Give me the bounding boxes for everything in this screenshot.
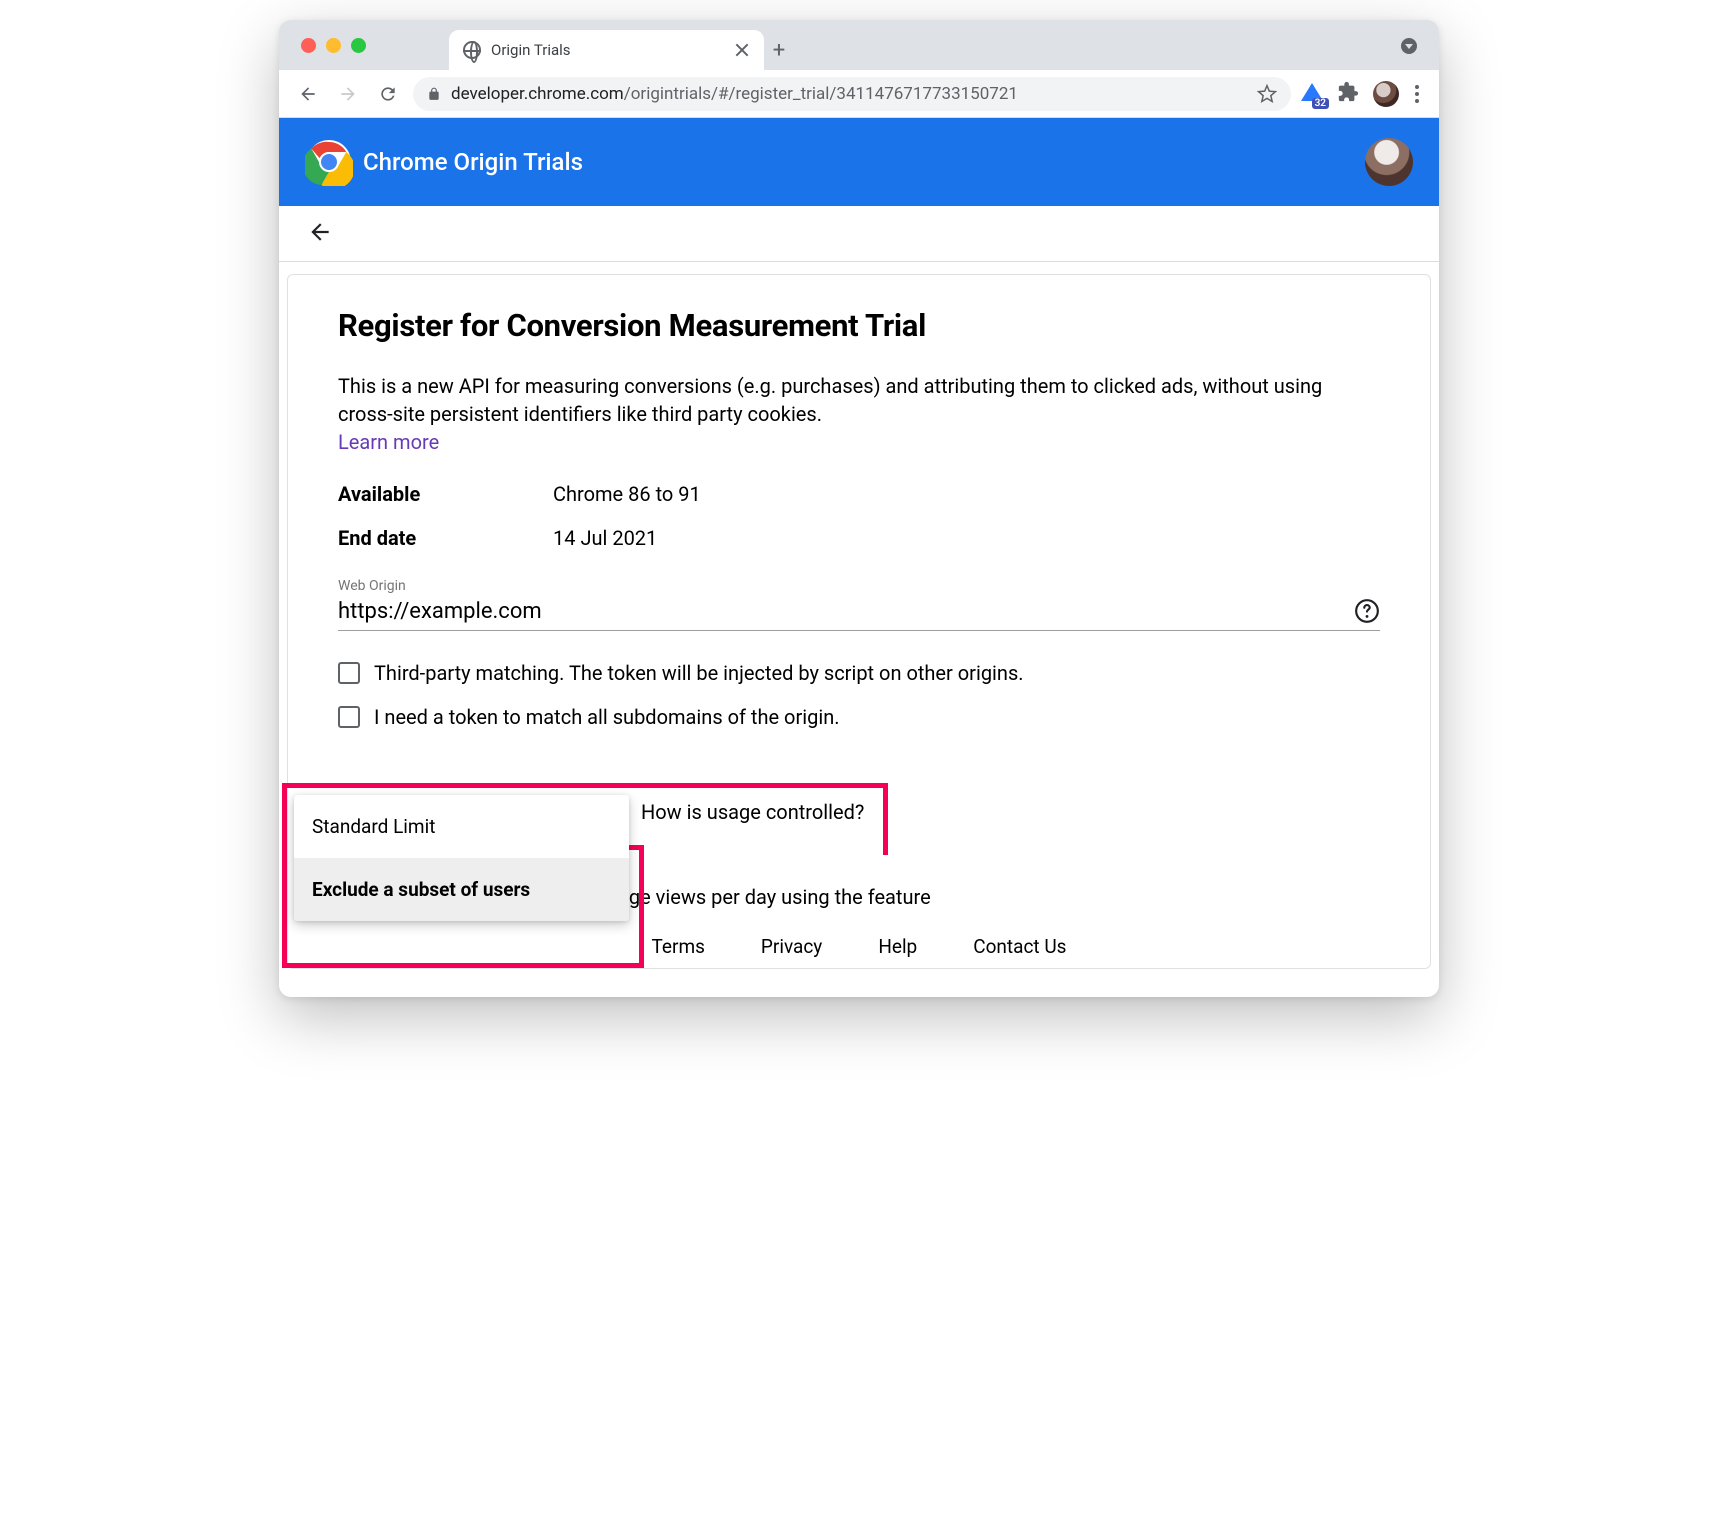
meta-value: 14 Jul 2021 (553, 526, 657, 550)
close-window-button[interactable] (301, 38, 316, 53)
usage-question-link[interactable]: How is usage controlled? (641, 800, 864, 824)
page-header: Chrome Origin Trials (279, 118, 1439, 206)
nav-back-button[interactable] (293, 79, 323, 109)
close-tab-icon[interactable] (734, 42, 750, 58)
globe-icon (463, 41, 481, 59)
browser-toolbar: developer.chrome.com/origintrials/#/regi… (279, 70, 1439, 118)
footer-privacy-link[interactable]: Privacy (761, 935, 822, 958)
window-controls (301, 38, 366, 53)
new-tab-button[interactable]: + (764, 30, 794, 70)
minimize-window-button[interactable] (326, 38, 341, 53)
address-bar[interactable]: developer.chrome.com/origintrials/#/regi… (413, 77, 1291, 111)
lock-icon (427, 87, 441, 101)
extensions-button[interactable] (1337, 81, 1363, 107)
meta-row-enddate: End date 14 Jul 2021 (338, 526, 1380, 550)
tab-title: Origin Trials (491, 41, 571, 59)
checkbox-label: I need a token to match all subdomains o… (374, 705, 840, 729)
learn-more-link[interactable]: Learn more (338, 430, 439, 454)
footer-contact-link[interactable]: Contact Us (973, 935, 1066, 958)
checkbox-label: Third-party matching. The token will be … (374, 661, 1024, 685)
checkbox-icon (338, 706, 360, 728)
arrow-left-icon (307, 219, 333, 245)
browser-window: Origin Trials + developer.chrome.com/ori… (279, 20, 1439, 997)
page-back-button[interactable] (301, 213, 339, 255)
maximize-window-button[interactable] (351, 38, 366, 53)
card-description: This is a new API for measuring conversi… (338, 372, 1380, 428)
checkbox-icon (338, 662, 360, 684)
extension-css-icon[interactable]: 32 (1301, 81, 1327, 107)
reload-icon (378, 84, 398, 104)
usage-restriction-dropdown: Standard Limit Exclude a subset of users (294, 795, 629, 921)
footer-links: Terms Privacy Help Contact Us (288, 935, 1430, 958)
usage-extra-text: age views per day using the feature (618, 885, 931, 909)
footer-terms-link[interactable]: Terms (652, 935, 705, 958)
nav-forward-button (333, 79, 363, 109)
subdomains-checkbox[interactable]: I need a token to match all subdomains o… (338, 705, 1380, 729)
meta-value: Chrome 86 to 91 (553, 482, 701, 506)
brand-title: Chrome Origin Trials (363, 148, 583, 176)
dropdown-option-standard[interactable]: Standard Limit (294, 795, 629, 858)
field-label: Web Origin (338, 578, 1380, 594)
browser-menu-button[interactable] (1409, 79, 1425, 109)
help-icon[interactable] (1354, 598, 1380, 624)
profile-avatar-small[interactable] (1373, 81, 1399, 107)
footer-help-link[interactable]: Help (878, 935, 917, 958)
card-title: Register for Conversion Measurement Tria… (338, 307, 1380, 344)
meta-table: Available Chrome 86 to 91 End date 14 Ju… (338, 482, 1380, 550)
page-subheader (279, 206, 1439, 262)
web-origin-input[interactable] (338, 599, 1354, 624)
extension-badge: 32 (1312, 98, 1329, 109)
dropdown-option-exclude[interactable]: Exclude a subset of users (294, 858, 629, 921)
meta-row-available: Available Chrome 86 to 91 (338, 482, 1380, 506)
url-text: developer.chrome.com/origintrials/#/regi… (451, 84, 1018, 104)
tabs-menu-icon[interactable] (1401, 38, 1417, 54)
puzzle-icon (1337, 81, 1359, 103)
profile-avatar-large[interactable] (1365, 138, 1413, 186)
meta-label: Available (338, 482, 553, 506)
third-party-checkbox[interactable]: Third-party matching. The token will be … (338, 661, 1380, 685)
bookmark-star-icon[interactable] (1257, 84, 1277, 104)
web-origin-field: Web Origin (338, 578, 1380, 631)
brand[interactable]: Chrome Origin Trials (305, 138, 583, 186)
reload-button[interactable] (373, 79, 403, 109)
tab-strip: Origin Trials + (279, 20, 1439, 70)
meta-label: End date (338, 526, 553, 550)
arrow-left-icon (298, 84, 318, 104)
browser-tab[interactable]: Origin Trials (449, 30, 764, 70)
chrome-logo-icon (305, 138, 353, 186)
arrow-right-icon (338, 84, 358, 104)
